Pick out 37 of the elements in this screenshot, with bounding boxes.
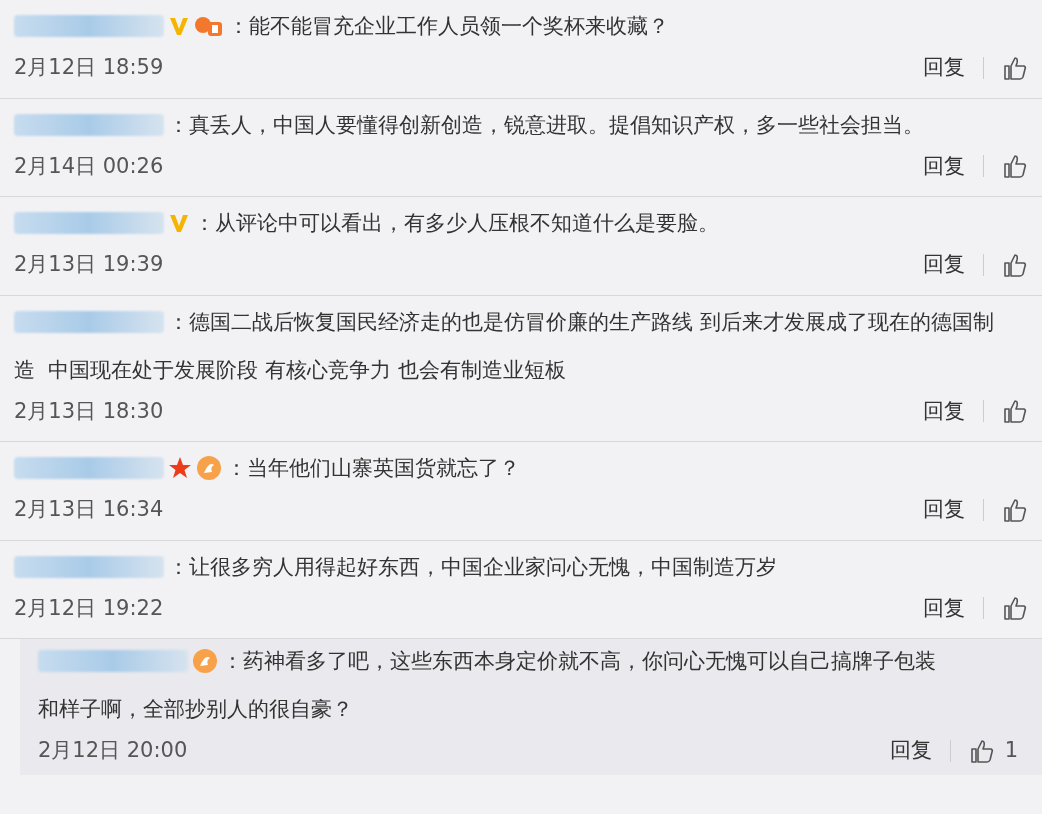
reply-link[interactable]: 回复 — [923, 592, 965, 624]
verified-icon — [168, 212, 190, 234]
comment-text: ：当年他们山寨英国货就忘了？ — [226, 455, 520, 482]
comment-text: ：能不能冒充企业工作人员领一个奖杯来收藏？ — [228, 13, 669, 40]
reply-link[interactable]: 回复 — [923, 395, 965, 427]
like-icon[interactable] — [1002, 54, 1028, 81]
comment-text: ：药神看多了吧，这些东西本身定价就不高，你问心无愧可以自己搞牌子包装 — [222, 648, 936, 675]
comment-text: 和样子啊，全部抄别人的很自豪？ — [38, 696, 354, 723]
reply-link[interactable]: 回复 — [923, 52, 965, 84]
comment-text: ：德国二战后恢复国民经济走的也是仿冒价廉的生产路线 到后来才发展成了现在的德国制 — [168, 308, 994, 336]
comment-text: ：真丢人，中国人要懂得创新创造，锐意进取。提倡知识产权，多一些社会担当。 — [168, 111, 924, 139]
like-icon[interactable] — [1002, 251, 1028, 278]
reply-link[interactable]: 回复 — [923, 150, 965, 182]
star-icon — [168, 456, 192, 480]
comment-text: ：让很多穷人用得起好东西，中国企业家问心无愧，中国制造万岁 — [168, 553, 777, 581]
comment-time: 2月13日 19:39 — [14, 251, 164, 278]
comment-time: 2月12日 18:59 — [14, 54, 164, 81]
comment-text: ：从评论中可以看出，有多少人压根不知道什么是要脸。 — [194, 210, 719, 237]
like-icon[interactable] — [1002, 595, 1028, 622]
reply-link[interactable]: 回复 — [889, 735, 932, 767]
comment-time: 2月14日 00:26 — [14, 152, 164, 180]
comment-time: 2月12日 19:22 — [14, 594, 164, 622]
like-count: 1 — [1004, 737, 1018, 764]
level-badge-icon — [194, 14, 224, 38]
like-icon[interactable] — [968, 737, 995, 764]
like-icon[interactable] — [1002, 398, 1028, 425]
fan-badge-icon — [192, 648, 218, 674]
like-icon[interactable] — [1002, 496, 1028, 523]
comment-time: 2月13日 16:34 — [14, 496, 164, 523]
like-icon[interactable] — [1002, 153, 1028, 180]
comment-time: 2月13日 18:30 — [14, 397, 164, 425]
fan-badge-icon — [196, 455, 222, 481]
comment-time: 2月12日 20:00 — [38, 737, 188, 764]
comment-text: 造 中国现在处于发展阶段 有核心竞争力 也会有制造业短板 — [14, 356, 567, 384]
verified-icon — [168, 15, 190, 37]
reply-link[interactable]: 回复 — [923, 249, 965, 281]
reply-link[interactable]: 回复 — [923, 494, 965, 526]
